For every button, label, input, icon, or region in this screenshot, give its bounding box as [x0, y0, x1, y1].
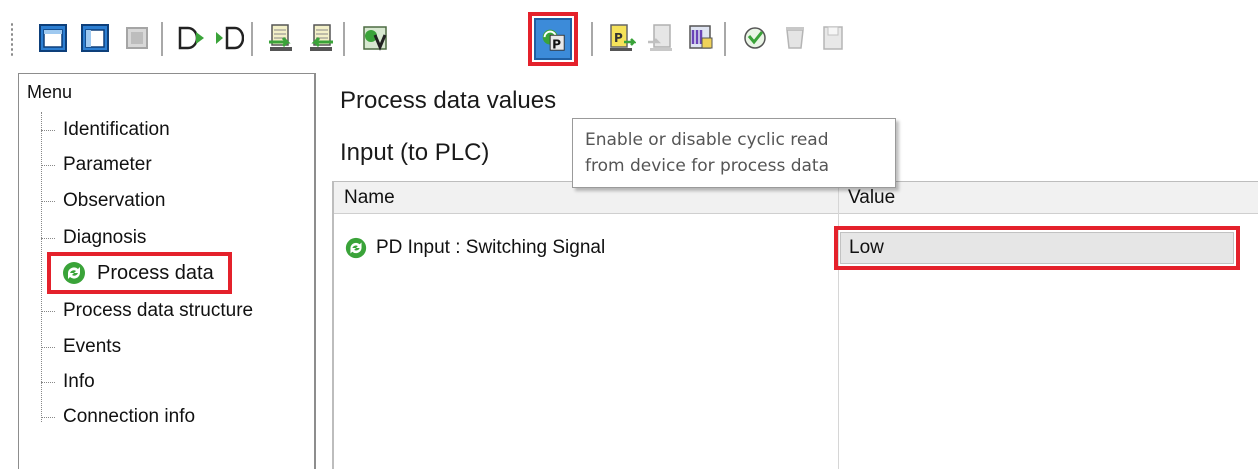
menu-item-label: Observation	[63, 190, 166, 211]
connect-icon[interactable]	[172, 16, 210, 60]
section-title: Input (to PLC)	[340, 139, 490, 166]
upload-from-device-icon[interactable]	[262, 16, 300, 60]
toolbar-separator	[591, 22, 593, 56]
tree-connector	[41, 381, 55, 383]
menu-title: Menu	[27, 82, 73, 102]
process-data-icon	[63, 262, 85, 284]
toolbar-separator	[724, 22, 726, 56]
menu-item-label: Parameter	[63, 154, 152, 175]
cyclic-process-data-button[interactable]: P	[528, 12, 578, 66]
menu-item-label: Info	[63, 371, 95, 392]
menu-item-info[interactable]: Info	[41, 365, 95, 399]
row-name-label: PD Input : Switching Signal	[376, 237, 606, 258]
svg-text:P: P	[552, 37, 561, 51]
menu-item-label: Events	[63, 336, 122, 357]
toolbar-tooltip: Enable or disable cyclic read from devic…	[572, 118, 896, 188]
toolbar-separator	[251, 22, 253, 56]
view-layout-2-icon[interactable]	[76, 16, 114, 60]
tree-connector	[41, 129, 55, 131]
toolbar: P P	[0, 0, 1258, 72]
tree-connector	[41, 237, 55, 239]
parameter-write-icon[interactable]	[642, 16, 680, 60]
refresh-icon[interactable]	[736, 16, 774, 60]
download-to-device-icon[interactable]	[302, 16, 340, 60]
view-layout-3-icon[interactable]	[118, 16, 156, 60]
menu-item-label: Diagnosis	[63, 227, 147, 248]
delete-icon[interactable]	[776, 16, 814, 60]
tooltip-line-1: Enable or disable cyclic read	[585, 130, 829, 150]
menu-item-label: Identification	[63, 119, 170, 140]
column-header-name[interactable]: Name	[334, 182, 395, 214]
menu-item-observation[interactable]: Observation	[41, 184, 165, 218]
svg-text:P: P	[614, 31, 623, 45]
cyclic-process-data-icon[interactable]: P	[534, 18, 572, 60]
tooltip-line-2: from device for process data	[585, 156, 830, 176]
menu-tree-panel: Menu Identification Parameter Observatio…	[18, 73, 316, 469]
page-title: Process data values	[340, 87, 557, 114]
tree-connector	[41, 164, 55, 166]
menu-item-events[interactable]: Events	[41, 330, 121, 364]
menu-item-process-data-structure[interactable]: Process data structure	[41, 294, 253, 328]
tree-connector	[41, 310, 55, 312]
table-row-name-cell[interactable]: PD Input : Switching Signal	[344, 232, 605, 264]
menu-item-parameter[interactable]: Parameter	[41, 148, 152, 182]
menu-item-label: Process data structure	[63, 300, 254, 321]
menu-item-diagnosis[interactable]: Diagnosis	[41, 221, 146, 255]
save-icon[interactable]	[814, 16, 852, 60]
verify-icon[interactable]	[356, 16, 394, 60]
toolbar-separator	[343, 22, 345, 56]
toolbar-separator	[161, 22, 163, 56]
parameter-read-icon[interactable]: P	[602, 16, 640, 60]
tree-connector	[41, 416, 55, 418]
view-layout-1-icon[interactable]	[34, 16, 72, 60]
tree-connector	[41, 346, 55, 348]
menu-item-label: Process data	[97, 261, 214, 284]
table-row-value-cell[interactable]: Low	[834, 226, 1240, 270]
toolbar-grip[interactable]	[10, 22, 14, 56]
tree-connector	[41, 200, 55, 202]
process-data-icon	[345, 237, 367, 259]
disconnect-icon[interactable]	[210, 16, 248, 60]
menu-item-identification[interactable]: Identification	[41, 113, 170, 147]
row-value-label: Low	[840, 232, 1234, 264]
menu-item-connection-info[interactable]: Connection info	[41, 400, 195, 434]
menu-item-process-data[interactable]: Process data	[47, 252, 232, 294]
process-data-grid: Name Value PD Input : Switching Signal L…	[332, 181, 1258, 469]
device-report-icon[interactable]	[682, 16, 720, 60]
menu-item-label: Connection info	[63, 406, 196, 427]
